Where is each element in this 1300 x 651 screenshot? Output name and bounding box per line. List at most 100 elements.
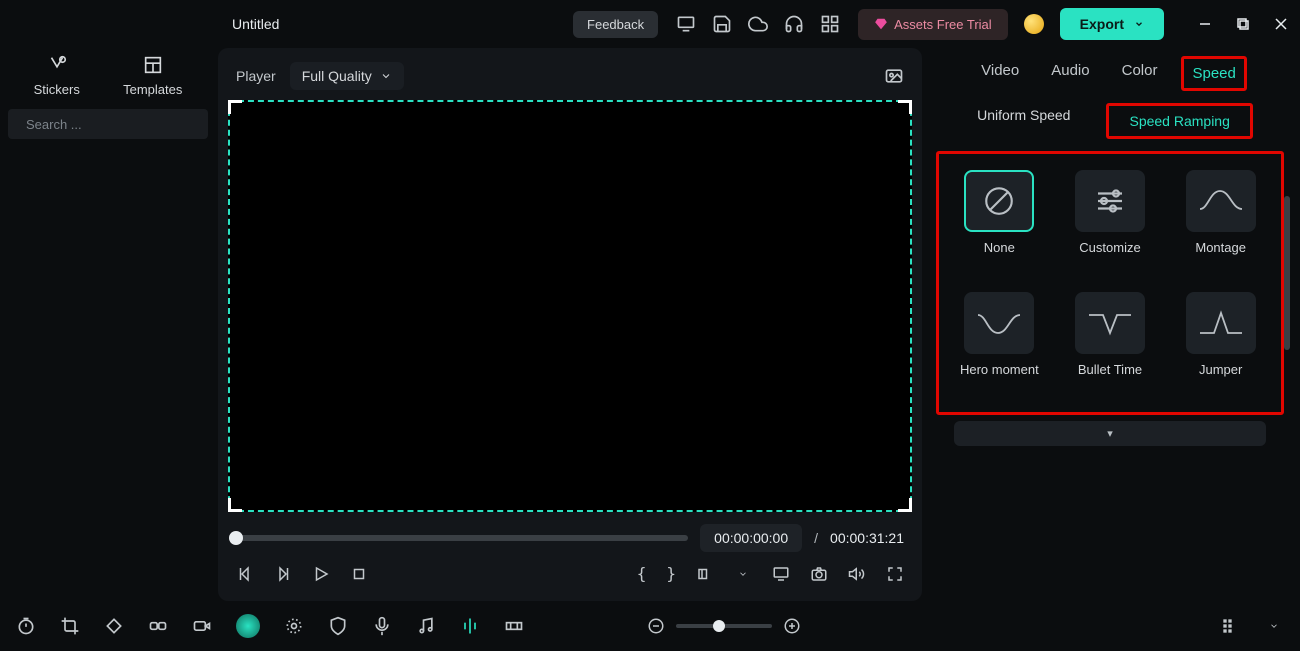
mark-out-icon[interactable]: } bbox=[666, 564, 676, 583]
hero-curve-icon bbox=[964, 292, 1034, 354]
prev-frame-icon[interactable] bbox=[236, 565, 254, 583]
preset-customize-label: Customize bbox=[1079, 240, 1140, 274]
snapshot-icon[interactable] bbox=[884, 66, 904, 86]
export-button[interactable]: Export bbox=[1060, 8, 1164, 40]
link-icon[interactable] bbox=[148, 616, 168, 636]
preset-bullet-label: Bullet Time bbox=[1078, 362, 1142, 396]
jumper-curve-icon bbox=[1186, 292, 1256, 354]
preset-montage-label: Montage bbox=[1195, 240, 1246, 274]
volume-icon[interactable] bbox=[848, 565, 866, 583]
properties-panel: Video Audio Color Speed Uniform Speed Sp… bbox=[932, 48, 1292, 601]
tab-video[interactable]: Video bbox=[979, 58, 1021, 89]
assets-trial-label: Assets Free Trial bbox=[894, 17, 992, 32]
subtab-speed-ramping[interactable]: Speed Ramping bbox=[1119, 109, 1239, 133]
player-panel: Player Full Quality 00:00:00:00 / 00:00:… bbox=[218, 48, 922, 601]
tab-templates[interactable]: Templates bbox=[123, 54, 182, 97]
search-input[interactable] bbox=[26, 117, 202, 132]
bullet-curve-icon bbox=[1075, 292, 1145, 354]
expand-h-icon[interactable] bbox=[504, 616, 524, 636]
zoom-slider-thumb[interactable] bbox=[713, 620, 725, 632]
scrollbar[interactable] bbox=[1284, 196, 1290, 350]
play-icon[interactable] bbox=[312, 565, 330, 583]
cloud-icon[interactable] bbox=[748, 14, 768, 34]
grid-icon[interactable] bbox=[820, 14, 840, 34]
effects-icon[interactable] bbox=[284, 616, 304, 636]
tab-speed[interactable]: Speed bbox=[1190, 61, 1237, 86]
montage-curve-icon bbox=[1186, 170, 1256, 232]
highlight-presets: None Customize Montage Hero moment Bulle… bbox=[936, 151, 1284, 415]
preset-customize[interactable]: Customize bbox=[1066, 170, 1155, 274]
stop-icon[interactable] bbox=[350, 565, 368, 583]
avatar-icon[interactable] bbox=[236, 614, 260, 638]
feedback-button[interactable]: Feedback bbox=[573, 11, 658, 38]
chevron-down-icon[interactable] bbox=[734, 565, 752, 583]
preset-bullet-time[interactable]: Bullet Time bbox=[1066, 292, 1155, 396]
layout-menu-icon[interactable] bbox=[1220, 616, 1240, 636]
preview-area[interactable] bbox=[228, 100, 912, 512]
ratio-icon[interactable] bbox=[696, 565, 714, 583]
tab-stickers[interactable]: Stickers bbox=[34, 54, 80, 97]
crop-corner-br[interactable] bbox=[898, 498, 912, 512]
expand-toggle[interactable]: ▾ bbox=[954, 421, 1266, 446]
quality-select[interactable]: Full Quality bbox=[290, 62, 404, 90]
chevron-down-icon[interactable] bbox=[1264, 616, 1284, 636]
crop-corner-tr[interactable] bbox=[898, 100, 912, 114]
sliders-icon bbox=[1075, 170, 1145, 232]
headset-icon[interactable] bbox=[784, 14, 804, 34]
tab-templates-label: Templates bbox=[123, 82, 182, 97]
scrub-track[interactable] bbox=[236, 535, 688, 541]
left-panel: Stickers Templates bbox=[8, 48, 208, 601]
preset-montage[interactable]: Montage bbox=[1176, 170, 1265, 274]
tag-icon[interactable] bbox=[104, 616, 124, 636]
shield-icon[interactable] bbox=[328, 616, 348, 636]
camera-tool-icon[interactable] bbox=[192, 616, 212, 636]
subtab-uniform-speed[interactable]: Uniform Speed bbox=[967, 103, 1080, 139]
project-title: Untitled bbox=[232, 16, 279, 32]
tab-audio[interactable]: Audio bbox=[1049, 58, 1091, 89]
zoom-out-icon[interactable] bbox=[646, 616, 666, 636]
crop-corner-tl[interactable] bbox=[228, 100, 242, 114]
assets-trial-button[interactable]: Assets Free Trial bbox=[858, 9, 1008, 40]
music-icon[interactable] bbox=[416, 616, 436, 636]
time-total: 00:00:31:21 bbox=[830, 530, 904, 546]
save-icon[interactable] bbox=[712, 14, 732, 34]
maximize-icon[interactable] bbox=[1236, 17, 1250, 31]
zoom-controls bbox=[646, 616, 802, 636]
player-label: Player bbox=[236, 68, 276, 84]
theme-toggle-icon[interactable] bbox=[1024, 14, 1044, 34]
time-current: 00:00:00:00 bbox=[700, 524, 802, 552]
zoom-in-icon[interactable] bbox=[782, 616, 802, 636]
next-frame-icon[interactable] bbox=[274, 565, 292, 583]
fullscreen-icon[interactable] bbox=[886, 565, 904, 583]
zoom-slider[interactable] bbox=[676, 624, 772, 628]
window-controls bbox=[1198, 17, 1288, 31]
mark-in-icon[interactable]: { bbox=[637, 564, 647, 583]
preset-none-label: None bbox=[984, 240, 1015, 274]
crop-corner-bl[interactable] bbox=[228, 498, 242, 512]
display-icon[interactable] bbox=[676, 14, 696, 34]
preset-none[interactable]: None bbox=[955, 170, 1044, 274]
chevron-down-icon bbox=[380, 70, 392, 82]
preset-jumper[interactable]: Jumper bbox=[1176, 292, 1265, 396]
close-icon[interactable] bbox=[1274, 17, 1288, 31]
split-icon[interactable] bbox=[460, 616, 480, 636]
top-icon-group bbox=[676, 14, 840, 34]
preset-hero-label: Hero moment bbox=[960, 362, 1039, 396]
scrub-playhead[interactable] bbox=[229, 531, 243, 545]
time-separator: / bbox=[814, 530, 818, 546]
preset-hero-moment[interactable]: Hero moment bbox=[955, 292, 1044, 396]
topbar: Untitled Feedback Assets Free Trial Expo… bbox=[0, 0, 1300, 48]
diamond-icon bbox=[874, 17, 888, 31]
preset-jumper-label: Jumper bbox=[1199, 362, 1242, 396]
camera-icon[interactable] bbox=[810, 565, 828, 583]
timer-icon[interactable] bbox=[16, 616, 36, 636]
minimize-icon[interactable] bbox=[1198, 17, 1212, 31]
tab-stickers-label: Stickers bbox=[34, 82, 80, 97]
crop-icon[interactable] bbox=[60, 616, 80, 636]
search-row bbox=[8, 109, 208, 139]
tab-color[interactable]: Color bbox=[1120, 58, 1160, 89]
stickers-icon bbox=[46, 54, 68, 76]
mic-icon[interactable] bbox=[372, 616, 392, 636]
templates-icon bbox=[142, 54, 164, 76]
display-icon[interactable] bbox=[772, 565, 790, 583]
